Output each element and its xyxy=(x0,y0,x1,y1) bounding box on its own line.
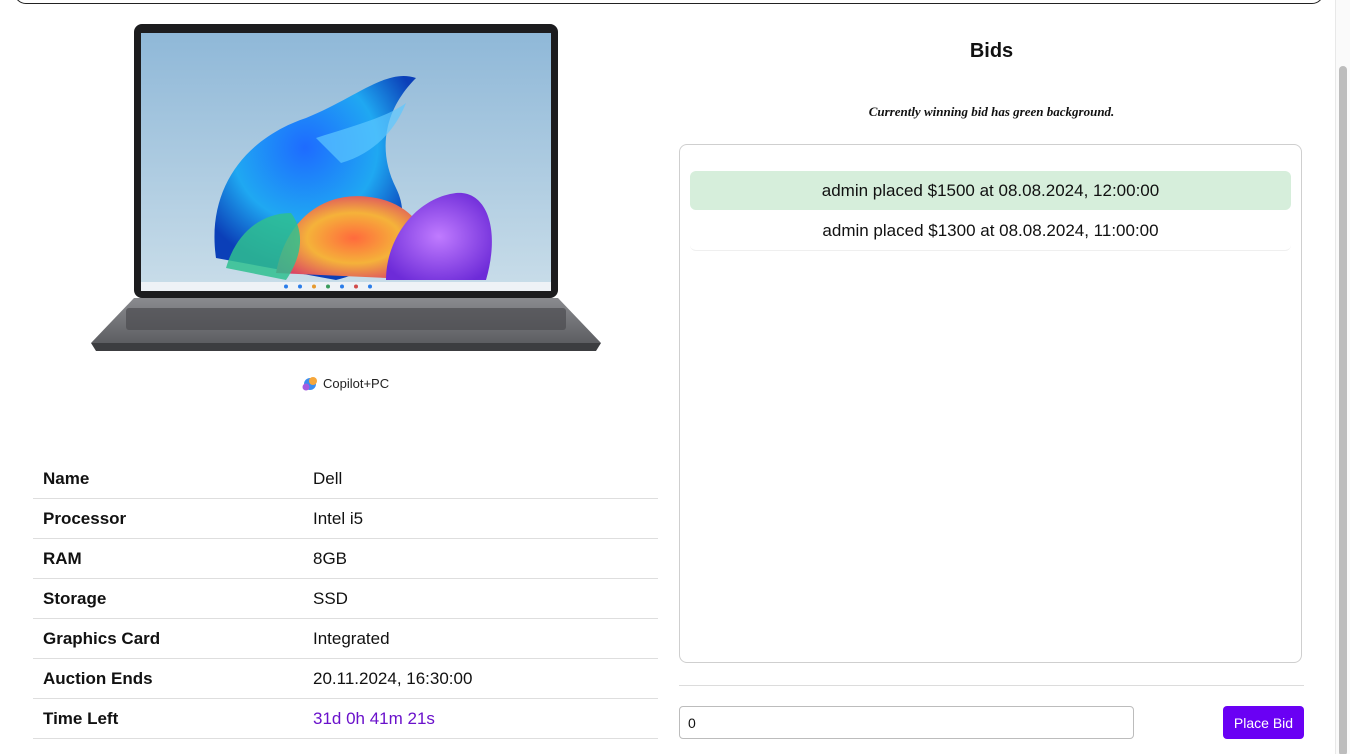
page-scrollbar[interactable] xyxy=(1335,0,1350,754)
details-label: Name xyxy=(33,459,303,499)
bid-item-winning: admin placed $1500 at 08.08.2024, 12:00:… xyxy=(690,171,1291,210)
details-row: Name Dell xyxy=(33,459,658,499)
details-row: Processor Intel i5 xyxy=(33,498,658,539)
divider xyxy=(679,685,1304,686)
details-label: Time Left xyxy=(33,698,303,739)
details-label: Storage xyxy=(33,578,303,619)
auction-page: Copilot+PC Name Dell Processor Intel i5 RAM 8… xyxy=(0,0,1350,754)
scrollbar-thumb[interactable] xyxy=(1339,66,1347,754)
bid-amount-input[interactable] xyxy=(679,706,1134,739)
copilot-badge-label: Copilot+PC xyxy=(323,376,390,391)
details-value: Intel i5 xyxy=(303,498,658,539)
bid-item: admin placed $1300 at 08.08.2024, 11:00:… xyxy=(690,211,1291,251)
details-row: Time Left 31d 0h 41m 21s xyxy=(33,698,658,739)
details-label: Processor xyxy=(33,498,303,539)
details-value: Dell xyxy=(303,459,658,499)
details-row: Storage SSD xyxy=(33,578,658,619)
details-label: Auction Ends xyxy=(33,658,303,699)
bids-title: Bids xyxy=(969,40,1014,62)
details-label: RAM xyxy=(33,538,303,579)
time-left-value: 31d 0h 41m 21s xyxy=(303,698,658,739)
bids-note: Currently winning bid has green backgrou… xyxy=(868,104,1115,119)
place-bid-button[interactable]: Place Bid xyxy=(1223,706,1304,739)
details-value: SSD xyxy=(303,578,658,619)
details-value: 20.11.2024, 16:30:00 xyxy=(303,658,658,699)
details-row: Graphics Card Integrated xyxy=(33,618,658,659)
product-details-table: Name Dell Processor Intel i5 RAM 8GB Storage SS… xyxy=(33,459,658,739)
details-value: 8GB xyxy=(303,538,658,579)
navbar-edge xyxy=(14,0,1324,4)
product-image xyxy=(91,24,601,391)
details-label: Graphics Card xyxy=(33,618,303,659)
details-row: Auction Ends 20.11.2024, 16:30:00 xyxy=(33,658,658,699)
bids-list: admin placed $1500 at 08.08.2024, 12:00:… xyxy=(679,144,1302,663)
details-value: Integrated xyxy=(303,618,658,659)
details-row: RAM 8GB xyxy=(33,538,658,579)
